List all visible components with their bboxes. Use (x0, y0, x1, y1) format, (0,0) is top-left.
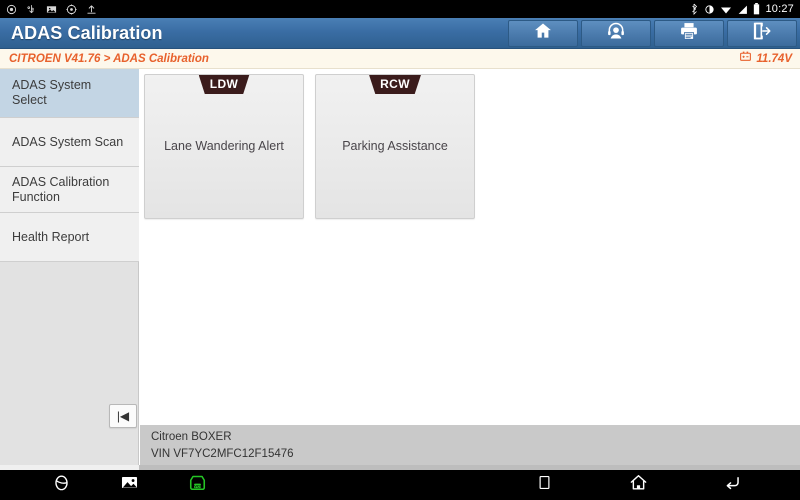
vci-button[interactable]: VCI (184, 472, 210, 498)
nav-bar-right (531, 472, 800, 498)
voltage-indicator: 11.74V (739, 50, 792, 68)
headset-icon (606, 21, 626, 46)
svg-text:VCI: VCI (194, 484, 200, 488)
home-icon (629, 473, 648, 497)
screenshot-icon (46, 4, 57, 15)
exit-icon (752, 21, 772, 46)
home-icon (533, 21, 553, 46)
sidebar-item-label: ADAS System Select (12, 78, 92, 107)
printer-icon (679, 21, 699, 46)
settings-icon (66, 3, 77, 15)
android-nav-bar: VCI (0, 470, 800, 500)
status-bar-right-icons: 10:27 (689, 3, 794, 15)
home-button[interactable] (508, 19, 578, 47)
exit-button[interactable] (727, 19, 797, 47)
sidebar-item-adas-calibration-function[interactable]: ADAS Calibration Function (0, 167, 139, 213)
breadcrumb-bar: CITROEN V41.76 > ADAS Calibration 11.74V (0, 49, 800, 69)
sidebar-item-label: ADAS System Scan (12, 134, 124, 149)
gallery-button[interactable] (116, 472, 142, 498)
card-tag-badge: LDW (198, 75, 250, 94)
signal-icon (737, 4, 748, 15)
messaging-icon (6, 4, 17, 15)
card-tag-badge: RCW (369, 75, 421, 94)
recents-button[interactable] (531, 472, 557, 498)
image-icon (120, 473, 139, 497)
vehicle-info-panel: Citroen BOXER VIN VF7YC2MFC12F15476 (140, 425, 800, 465)
sidebar-item-health-report[interactable]: Health Report (0, 213, 139, 262)
sidebar-item-adas-system-scan[interactable]: ADAS System Scan (0, 118, 139, 167)
header-toolbar (508, 18, 800, 48)
page-title: ADAS Calibration (11, 22, 163, 43)
collapse-sidebar-button[interactable]: |◀ (109, 404, 137, 428)
back-arrow-icon (723, 473, 742, 497)
square-icon (537, 475, 552, 495)
breadcrumb[interactable]: CITROEN V41.76 > ADAS Calibration (9, 53, 209, 65)
battery-icon (753, 3, 760, 15)
back-button[interactable] (719, 472, 745, 498)
sidebar-item-label: ADAS Calibration Function (12, 174, 110, 204)
adas-system-card-list: LDW Lane Wandering Alert RCW Parking Ass… (140, 69, 800, 219)
browser-icon (52, 473, 71, 497)
browser-button[interactable] (48, 472, 74, 498)
sidebar-item-adas-system-select[interactable]: ADAS System Select (0, 69, 139, 118)
print-button[interactable] (654, 19, 724, 47)
card-label: Parking Assistance (342, 139, 448, 154)
adas-calibration-app: 10:27 ADAS Calibration CITROEN V41.76 > … (0, 0, 800, 500)
adas-card-lane-wandering-alert[interactable]: LDW Lane Wandering Alert (144, 74, 304, 219)
brightness-icon (704, 4, 715, 15)
main-content: LDW Lane Wandering Alert RCW Parking Ass… (140, 69, 800, 425)
sidebar-item-label: Health Report (12, 229, 90, 244)
bluetooth-icon (689, 3, 699, 15)
vci-icon: VCI (187, 473, 208, 497)
card-label: Lane Wandering Alert (164, 139, 284, 154)
home-nav-button[interactable] (625, 472, 651, 498)
status-bar-clock: 10:27 (765, 3, 794, 15)
android-status-bar: 10:27 (0, 0, 800, 18)
upload-icon (86, 4, 97, 15)
vehicle-model: Citroen BOXER (151, 431, 232, 443)
wifi-icon (720, 4, 732, 15)
vehicle-vin: VIN VF7YC2MFC12F15476 (151, 448, 294, 461)
usb-icon (26, 4, 37, 15)
app-title-bar: ADAS Calibration (0, 18, 800, 49)
nav-bar-left: VCI (0, 472, 210, 498)
voltage-value: 11.74V (756, 52, 792, 65)
support-button[interactable] (581, 19, 651, 47)
battery-icon (739, 50, 752, 68)
adas-card-parking-assistance[interactable]: RCW Parking Assistance (315, 74, 475, 219)
status-bar-left-icons (6, 3, 97, 15)
